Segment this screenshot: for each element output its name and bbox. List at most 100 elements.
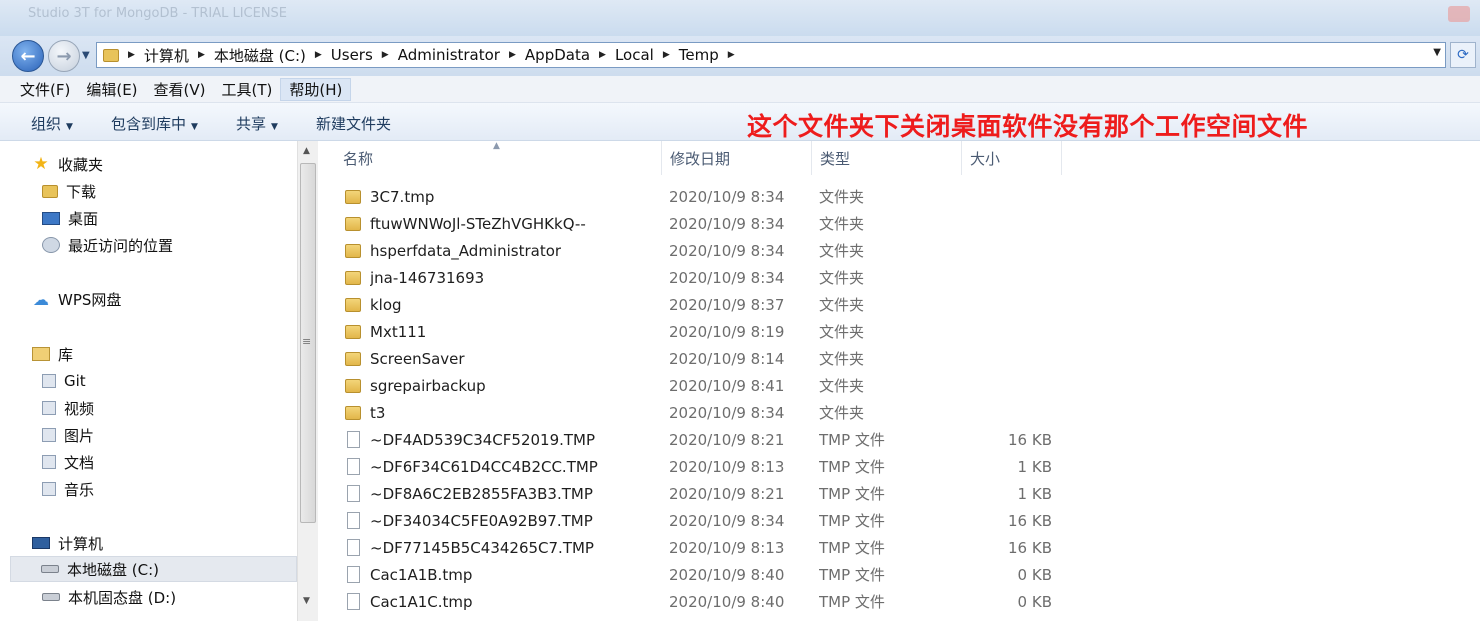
chevron-right-icon[interactable]: ▶ <box>125 50 138 60</box>
scrollbar-grip-icon: ≡ <box>302 335 312 348</box>
nav-library-pictures[interactable]: 图片 <box>42 422 94 448</box>
file-date: 2020/10/9 8:37 <box>669 295 785 314</box>
column-header-date[interactable]: 修改日期 <box>662 141 812 175</box>
file-row[interactable]: ~DF34034C5FE0A92B97.TMP 2020/10/9 8:34 TMP… <box>319 507 1480 534</box>
window-title-bar: Studio 3T for MongoDB - TRIAL LICENSE <box>0 0 1480 38</box>
organize-button[interactable]: 组织 ▼ <box>31 113 73 134</box>
file-icon <box>347 512 360 529</box>
file-type: 文件夹 <box>819 350 865 368</box>
chevron-down-icon: ▼ <box>66 122 73 132</box>
file-date: 2020/10/9 8:34 <box>669 268 785 287</box>
file-name: ~DF34034C5FE0A92B97.TMP <box>370 511 593 530</box>
file-type: TMP 文件 <box>819 539 885 557</box>
music-library-icon <box>42 482 56 496</box>
folder-row[interactable]: Mxt111 2020/10/9 8:19 文件夹 <box>319 318 1480 345</box>
window-close-button[interactable] <box>1448 6 1470 22</box>
address-bar[interactable]: ▶ 计算机 ▶ 本地磁盘 (C:) ▶ Users ▶ Administrator ▶ … <box>96 42 1446 68</box>
file-name: ~DF8A6C2EB2855FA3B3.TMP <box>370 484 593 503</box>
address-dropdown-icon[interactable]: ▼ <box>1433 47 1441 58</box>
back-arrow-icon: ← <box>20 45 36 67</box>
navigation-bar: ← → ▼ ▶ 计算机 ▶ 本地磁盘 (C:) ▶ Users ▶ Administr… <box>0 36 1480 76</box>
folder-row[interactable]: t3 2020/10/9 8:34 文件夹 <box>319 399 1480 426</box>
file-row[interactable]: ~DF4AD539C34CF52019.TMP 2020/10/9 8:21 TMP… <box>319 426 1480 453</box>
folder-icon <box>345 325 361 339</box>
menu-view[interactable]: 查看(V) <box>146 79 214 100</box>
folder-row[interactable]: ScreenSaver 2020/10/9 8:14 文件夹 <box>319 345 1480 372</box>
file-size: 1 KB <box>1017 484 1052 503</box>
nav-favorites[interactable]: ★ 收藏夹 <box>32 151 103 177</box>
breadcrumb-appdata[interactable]: AppData ▶ <box>519 46 609 64</box>
menu-edit[interactable]: 编辑(E) <box>78 79 145 100</box>
chevron-right-icon: ▶ <box>197 50 205 60</box>
file-row[interactable]: Cac1A1C.tmp 2020/10/9 8:40 TMP 文件 0 KB <box>319 588 1480 615</box>
include-in-library-button[interactable]: 包含到库中 ▼ <box>111 113 198 134</box>
desktop-icon <box>42 211 60 225</box>
file-date: 2020/10/9 8:13 <box>669 457 785 476</box>
nav-libraries[interactable]: 库 <box>32 341 73 367</box>
nav-wps-cloud[interactable]: ☁ WPS网盘 <box>32 286 121 312</box>
folder-row[interactable]: ftuwWNWoJl-STeZhVGHKkQ-- 2020/10/9 8:34 文件… <box>319 210 1480 237</box>
scroll-up-icon[interactable]: ▲ <box>303 146 310 156</box>
column-header-type[interactable]: 类型 <box>812 141 962 175</box>
file-icon <box>347 431 360 448</box>
downloads-folder-icon <box>42 184 58 198</box>
file-row[interactable]: ~DF77145B5C434265C7.TMP 2020/10/9 8:13 TMP… <box>319 534 1480 561</box>
nav-downloads[interactable]: 下载 <box>42 178 96 204</box>
forward-button[interactable]: → <box>48 40 80 72</box>
nav-recent-places[interactable]: 最近访问的位置 <box>42 232 173 258</box>
file-name: jna-146731693 <box>370 268 485 287</box>
document-library-icon <box>42 455 56 469</box>
file-type: TMP 文件 <box>819 593 885 611</box>
folder-icon <box>345 379 361 393</box>
file-type: 文件夹 <box>819 296 865 314</box>
navigation-pane-scrollbar[interactable]: ▲ ≡ ▼ <box>297 141 318 621</box>
file-row[interactable]: ~DF8A6C2EB2855FA3B3.TMP 2020/10/9 8:21 TMP… <box>319 480 1480 507</box>
file-date: 2020/10/9 8:34 <box>669 241 785 260</box>
back-button[interactable]: ← <box>12 40 44 72</box>
file-date: 2020/10/9 8:21 <box>669 484 785 503</box>
file-date: 2020/10/9 8:40 <box>669 592 785 611</box>
file-date: 2020/10/9 8:34 <box>669 187 785 206</box>
nav-desktop[interactable]: 桌面 <box>42 205 98 231</box>
folder-row[interactable]: 3C7.tmp 2020/10/9 8:34 文件夹 <box>319 183 1480 210</box>
nav-drive-d[interactable]: 本机固态盘 (D:) <box>42 584 176 610</box>
breadcrumb-administrator[interactable]: Administrator ▶ <box>392 46 519 64</box>
file-type: TMP 文件 <box>819 512 885 530</box>
nav-library-videos[interactable]: 视频 <box>42 395 94 421</box>
menu-file[interactable]: 文件(F) <box>12 79 78 100</box>
folder-row[interactable]: jna-146731693 2020/10/9 8:34 文件夹 <box>319 264 1480 291</box>
nav-computer[interactable]: 计算机 <box>32 530 103 556</box>
refresh-button[interactable]: ⟳ <box>1450 42 1476 68</box>
new-folder-button[interactable]: 新建文件夹 <box>316 113 391 134</box>
hard-drive-icon <box>42 593 60 601</box>
folder-row[interactable]: klog 2020/10/9 8:37 文件夹 <box>319 291 1480 318</box>
scroll-down-icon[interactable]: ▼ <box>303 596 310 606</box>
file-date: 2020/10/9 8:34 <box>669 403 785 422</box>
breadcrumb-local[interactable]: Local ▶ <box>609 46 673 64</box>
nav-library-git[interactable]: Git <box>42 368 86 394</box>
breadcrumb-users[interactable]: Users ▶ <box>325 46 392 64</box>
file-name: Cac1A1C.tmp <box>370 592 473 611</box>
menu-tools[interactable]: 工具(T) <box>214 79 281 100</box>
breadcrumb-drive-c[interactable]: 本地磁盘 (C:) ▶ <box>208 45 325 66</box>
folder-icon <box>345 298 361 312</box>
file-date: 2020/10/9 8:21 <box>669 430 785 449</box>
breadcrumb-temp[interactable]: Temp ▶ <box>673 46 738 64</box>
file-row[interactable]: Cac1A1B.tmp 2020/10/9 8:40 TMP 文件 0 KB <box>319 561 1480 588</box>
chevron-down-icon: ▼ <box>191 122 198 132</box>
share-button[interactable]: 共享 ▼ <box>236 113 278 134</box>
menu-help[interactable]: 帮助(H) <box>280 77 352 101</box>
nav-library-music[interactable]: 音乐 <box>42 476 94 502</box>
nav-drive-c[interactable]: 本地磁盘 (C:) <box>10 556 297 582</box>
star-icon: ★ <box>33 154 49 174</box>
folder-row[interactable]: hsperfdata_Administrator 2020/10/9 8:34 文件… <box>319 237 1480 264</box>
nav-library-documents[interactable]: 文档 <box>42 449 94 475</box>
file-name: Cac1A1B.tmp <box>370 565 473 584</box>
file-row[interactable]: ~DF6F34C61D4CC4B2CC.TMP 2020/10/9 8:13 TMP… <box>319 453 1480 480</box>
folder-row[interactable]: sgrepairbackup 2020/10/9 8:41 文件夹 <box>319 372 1480 399</box>
recent-pages-dropdown-icon[interactable]: ▼ <box>82 50 90 61</box>
file-type: 文件夹 <box>819 323 865 341</box>
breadcrumb-computer[interactable]: 计算机 ▶ <box>138 45 208 66</box>
column-header-size[interactable]: 大小 <box>962 141 1062 175</box>
picture-library-icon <box>42 428 56 442</box>
